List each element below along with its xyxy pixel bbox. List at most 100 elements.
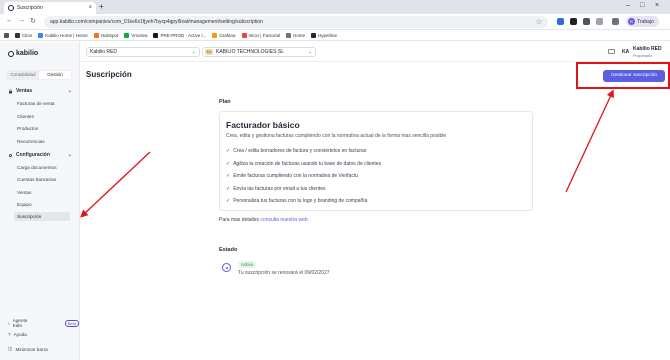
bookmark-favicon-icon — [212, 32, 218, 38]
bookmark-item[interactable]: Inicio | Factorial — [241, 32, 280, 38]
sidebar-item-suscripcion[interactable]: Suscripción — [14, 212, 70, 221]
org-badge: KA — [205, 49, 213, 55]
sidebar-item-carga-documentos[interactable]: Carga documentos — [14, 163, 70, 172]
close-window-icon[interactable]: × — [655, 2, 659, 9]
sidebar-item-recurrencias[interactable]: Recurrencias — [14, 137, 70, 146]
inbox-icon[interactable] — [608, 49, 615, 54]
address-bar-row: ← → ↻ app.kabilio.com/companies/com_01ke… — [0, 14, 670, 30]
status-label: Estado — [219, 247, 238, 253]
tab-title: Suscripción — [17, 5, 43, 11]
sidebar-item-facturas-venta[interactable]: Facturas de venta — [14, 99, 70, 108]
minimize-window-icon[interactable]: – — [626, 2, 630, 9]
extension-icon[interactable] — [570, 18, 577, 25]
download-icon[interactable] — [612, 18, 619, 25]
tab-favicon-icon — [8, 5, 14, 11]
extensions-puzzle-icon[interactable] — [596, 18, 603, 25]
close-tab-icon[interactable]: × — [88, 5, 92, 11]
toggle-gestion[interactable]: Gestión — [39, 71, 71, 79]
sidebar-item-equipo[interactable]: Equipo — [14, 200, 70, 209]
sidebar-item-cuentas-bancarias[interactable]: Cuentas bancarias — [14, 175, 70, 184]
help-circle-icon: ? — [8, 332, 11, 337]
logo-text: kabilio — [16, 50, 39, 57]
profile-label: Trabajo — [637, 18, 654, 25]
check-icon: ✓ — [226, 198, 231, 204]
sidebar-item-clientes[interactable]: Clientes — [14, 112, 70, 121]
plan-card: Facturador básico Crea, edita y gestiona… — [219, 111, 533, 211]
bookmark-favicon-icon — [124, 32, 130, 38]
check-icon: ✓ — [226, 148, 231, 154]
bookmark-favicon-icon — [38, 32, 44, 38]
minimize-sidebar-button[interactable]: ◫ Minimizar barra — [8, 346, 48, 352]
highlight-box — [576, 62, 670, 89]
url-text: app.kabilio.com/companies/com_01ke6x1fjy… — [50, 19, 263, 25]
bookmark-favicon-icon — [285, 32, 291, 38]
plan-feature: ✓ Emite facturas cumpliendo con la normat… — [226, 173, 358, 179]
kabilio-logo[interactable]: kabilio — [8, 50, 38, 57]
sidebar-item-ventas[interactable]: Ventas — [14, 188, 70, 197]
address-bar[interactable]: app.kabilio.com/companies/com_01ke6x1fjy… — [44, 16, 548, 28]
plan-description: Crea, edita y gestiona facturas cumplien… — [226, 133, 447, 139]
renewal-text: Tu suscripción se renovará el 09/02/2027 — [238, 270, 330, 276]
gear-icon — [9, 153, 12, 157]
bookmark-favicon-icon — [15, 32, 20, 38]
plan-feature: ✓ Agiliza la creación de facturas usando … — [226, 161, 382, 167]
plan-feature: ✓ Envía las facturas por email a tus clie… — [226, 186, 326, 192]
extension-icon[interactable] — [557, 18, 564, 25]
collapse-sidebar-icon: ◫ — [8, 346, 13, 351]
plan-feature: ✓ Crea / edita borradores de factura y co… — [226, 148, 367, 154]
company-select[interactable]: Kabilio RED ⌄ — [86, 47, 200, 57]
bookmark-item[interactable]: Home — [285, 32, 305, 38]
help-link[interactable]: ? Ayuda — [8, 332, 27, 337]
bookmark-favicon-icon — [241, 32, 247, 38]
organization-select[interactable]: KA KABILIO TECHNOLOGIES SL ⌄ — [202, 47, 316, 57]
bookmark-item[interactable]: HubSpot — [93, 32, 118, 38]
status-badge: Activo — [238, 261, 257, 268]
maximize-window-icon[interactable]: □ — [640, 2, 644, 9]
bookmark-item[interactable]: Vmotiva — [124, 32, 147, 38]
main-content: Kabilio RED ⌄ KA KABILIO TECHNOLOGIES SL… — [80, 42, 670, 360]
check-icon: ✓ — [226, 161, 231, 167]
page-title: Suscripción — [86, 70, 132, 79]
more-details: Para mas detalles consulta nuestra web — [219, 217, 308, 223]
website-link[interactable]: consulta nuestra web — [260, 217, 307, 223]
plan-name: Facturador básico — [226, 120, 300, 130]
profile-chip[interactable]: R Trabajo — [626, 16, 659, 27]
bookmark-item[interactable]: Hyperline — [310, 32, 337, 38]
section-configuracion[interactable]: Configuración ⌄ — [8, 152, 72, 158]
browser-tab-strip: Suscripción × + – □ × — [0, 0, 670, 14]
plan-label: Plan — [219, 99, 231, 105]
forward-icon[interactable]: → — [18, 17, 25, 24]
chevron-down-icon: ⌄ — [67, 88, 72, 94]
bookmark-favicon-icon — [310, 32, 316, 38]
agent-kabi-link[interactable]: ‹ Agente Kabi Beta — [8, 318, 79, 328]
kabilio-logo-icon — [8, 50, 14, 57]
section-ventas[interactable]: Ventas ⌄ — [8, 88, 72, 94]
mode-toggle: Contabilidad Gestión — [6, 70, 72, 80]
new-tab-icon[interactable]: + — [99, 2, 104, 11]
plan-feature: ✓ Personaliza tus facturas con tu logo y … — [226, 198, 368, 204]
bookmark-item[interactable]: PRE-PROD - Active l... — [153, 32, 206, 38]
check-icon: ✓ — [226, 173, 231, 179]
check-icon: ✓ — [226, 186, 231, 192]
bookmark-item[interactable]: Kabilio Home | Home — [38, 32, 88, 38]
sidebar-item-productos[interactable]: Productos — [14, 124, 70, 133]
bookmark-favicon-icon — [93, 32, 99, 38]
browser-tab[interactable]: Suscripción × — [4, 2, 96, 14]
user-name[interactable]: Kabilio RED — [633, 46, 662, 52]
bookmark-star-icon[interactable]: ☆ — [536, 18, 542, 26]
extension-icon[interactable] — [583, 18, 590, 25]
toggle-contabilidad[interactable]: Contabilidad — [7, 71, 39, 79]
user-avatar[interactable]: KA — [622, 49, 629, 55]
bookmark-item[interactable]: Citos — [15, 32, 32, 38]
chevron-down-icon: ⌄ — [67, 152, 72, 158]
back-icon[interactable]: ← — [6, 17, 13, 24]
user-role: Propietario — [633, 53, 653, 58]
chevron-down-icon: ⌄ — [307, 49, 312, 55]
reload-icon[interactable]: ↻ — [30, 17, 36, 25]
apps-grid-icon[interactable] — [4, 32, 9, 38]
bookmark-item[interactable]: Grafana — [212, 32, 236, 38]
lock-icon — [9, 88, 12, 93]
bookmarks-bar: Citos Kabilio Home | Home HubSpot Vmotiv… — [0, 30, 670, 41]
beta-badge: Beta — [64, 319, 79, 327]
subscription-status-icon — [222, 263, 231, 272]
